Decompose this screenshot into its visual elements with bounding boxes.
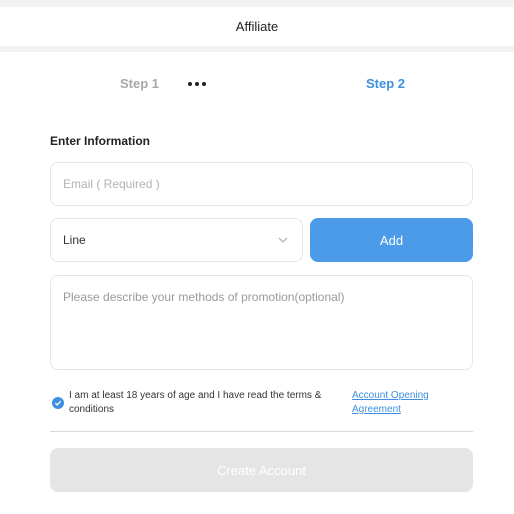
email-field[interactable] [50, 162, 473, 206]
step-indicator: Step 1 Step 2 [0, 74, 514, 94]
step-1-label: Step 1 [120, 76, 160, 91]
agreement-row: I am at least 18 years of age and I have… [50, 389, 473, 423]
contact-type-select[interactable]: Line [50, 218, 303, 262]
step-2-label: Step 2 [366, 76, 406, 91]
step-dots-icon [188, 74, 206, 94]
add-button[interactable]: Add [310, 218, 473, 262]
account-opening-agreement-link[interactable]: Account Opening Agreement [352, 389, 442, 417]
page-header: Affiliate [0, 7, 514, 46]
header-divider [0, 46, 514, 52]
divider [50, 431, 473, 432]
email-input[interactable] [51, 163, 472, 205]
agreement-text: I am at least 18 years of age and I have… [69, 390, 322, 415]
create-account-button[interactable]: Create Account [50, 448, 473, 492]
contact-type-value: Line [63, 233, 86, 247]
promotion-description-field[interactable] [50, 275, 473, 370]
section-title: Enter Information [50, 134, 151, 148]
chevron-down-icon [278, 237, 288, 243]
checkbox-checked-icon[interactable] [52, 397, 64, 409]
top-strip [0, 0, 514, 7]
promotion-description-input[interactable] [51, 276, 472, 369]
page-title: Affiliate [235, 19, 279, 34]
